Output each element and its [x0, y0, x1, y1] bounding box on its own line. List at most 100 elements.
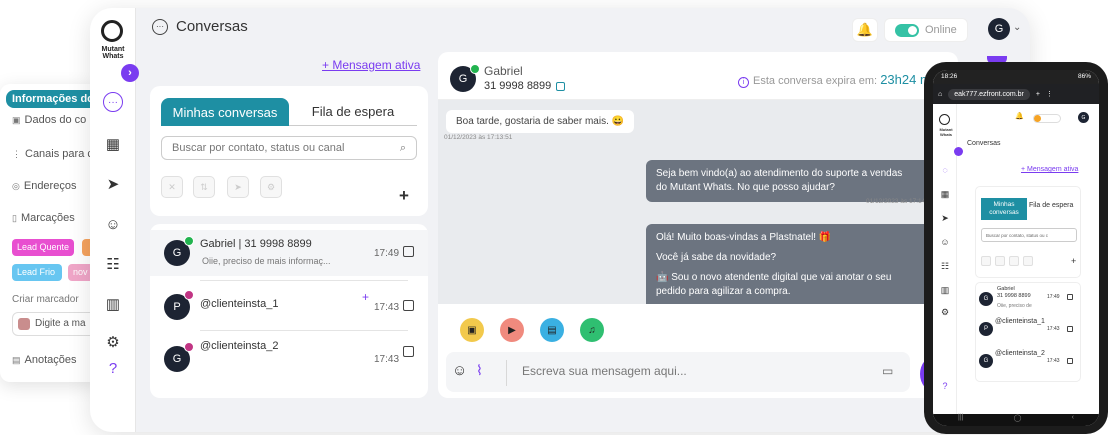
message-area: Boa tarde, gostaria de saber mais. 😀 01/…: [438, 100, 958, 304]
settings-icon[interactable]: ⚙: [101, 330, 125, 354]
whatsapp-icon: [470, 64, 480, 74]
add-filter-button[interactable]: +: [1071, 256, 1076, 266]
select-checkbox[interactable]: [403, 346, 414, 357]
user-avatar[interactable]: G: [1078, 112, 1089, 123]
conversation-row[interactable]: G @clienteinsta_2 17:43: [150, 336, 428, 382]
bot-icon[interactable]: ☺: [939, 236, 951, 248]
avatar: P: [979, 322, 993, 336]
help-icon[interactable]: ?: [939, 380, 951, 392]
info-item-addresses[interactable]: ◎ Endereços: [12, 180, 76, 192]
divider: [200, 280, 408, 281]
channels-icon: ⋮: [12, 148, 21, 159]
chat-panel: G Gabriel 31 9998 8899 i Esta conversa ex…: [438, 52, 958, 398]
time: 17:43: [374, 354, 400, 365]
sidebar-toggle-button[interactable]: ›: [121, 64, 139, 82]
recents-icon[interactable]: |||: [958, 414, 963, 426]
tab-my-conversations[interactable]: Minhas conversas: [161, 98, 289, 126]
reports-icon[interactable]: ▥: [101, 292, 125, 316]
emoji-icon[interactable]: ☺: [452, 362, 467, 379]
filter-sort-icon[interactable]: ⇅: [193, 176, 215, 198]
quick-reply-icon[interactable]: ▭: [882, 364, 893, 378]
new-active-message-link[interactable]: + Mensagem ativa: [1021, 166, 1078, 173]
url-field[interactable]: eak777.ezfront.com.br: [948, 88, 1030, 100]
contacts-icon[interactable]: ☷: [101, 252, 125, 276]
info-item-notes[interactable]: ▤ Anotações: [12, 354, 77, 366]
message-input[interactable]: Escreva sua mensagem aqui...: [522, 364, 687, 378]
chat-icon[interactable]: ···: [103, 92, 123, 112]
conversation-row[interactable]: P @clienteinsta_1 + 17:43: [150, 284, 428, 330]
send-icon[interactable]: ➤: [101, 172, 125, 196]
info-panel-header: Informações do: [6, 90, 100, 108]
settings-icon[interactable]: ⚙: [939, 306, 951, 318]
apps-grid-icon[interactable]: ▦: [101, 132, 125, 156]
home-icon[interactable]: ⌂: [938, 91, 942, 98]
new-tab-icon[interactable]: +: [1036, 91, 1040, 98]
filter-send-icon[interactable]: [1009, 256, 1019, 266]
info-item-tags[interactable]: ▯ Marcações: [12, 212, 75, 224]
copy-icon[interactable]: [556, 82, 565, 91]
phone-mockup: 18:26 86% ⌂ eak777.ezfront.com.br + ⋮ Mutant…: [924, 62, 1108, 434]
user-avatar[interactable]: G: [988, 18, 1010, 40]
filter-settings-icon[interactable]: ⚙: [260, 176, 282, 198]
help-icon[interactable]: ?: [101, 356, 125, 380]
avatar: G: [979, 354, 993, 368]
paperclip-icon[interactable]: ⌇: [476, 362, 483, 379]
sidebar-toggle-button[interactable]: [954, 147, 963, 156]
whatsapp-icon: [184, 236, 194, 246]
tag-chip[interactable]: Lead Quente: [12, 239, 75, 256]
notifications-bell-icon[interactable]: 🔔: [852, 18, 878, 42]
logo-text: Mutant Whats: [101, 46, 125, 60]
tag-chip[interactable]: Lead Frio: [12, 264, 62, 281]
image-attach-icon[interactable]: ▣: [460, 318, 484, 342]
info-item-channels[interactable]: ⋮ Canais para c: [12, 148, 93, 160]
contact-phone: 31 9998 8899: [997, 293, 1031, 299]
back-icon[interactable]: ‹: [1072, 414, 1074, 426]
add-icon[interactable]: +: [362, 290, 369, 304]
filter-sort-icon[interactable]: [995, 256, 1005, 266]
time: 17:43: [374, 302, 400, 313]
message-composer[interactable]: ☺ ⌇ Escreva sua mensagem aqui... ▭: [446, 352, 910, 392]
filter-close-icon[interactable]: [981, 256, 991, 266]
contact-name: @clienteinsta_1: [995, 318, 1045, 325]
select-checkbox[interactable]: [1067, 358, 1073, 364]
conversation-row[interactable]: G Gabriel | 31 9998 8899 Oiie, preciso d…: [150, 230, 428, 276]
info-item-contact-data[interactable]: ▣ Dados do co: [12, 114, 86, 126]
contacts-icon[interactable]: ☷: [939, 260, 951, 272]
new-active-message-link[interactable]: + Mensagem ativa: [322, 58, 420, 72]
select-checkbox[interactable]: [403, 300, 414, 311]
send-icon[interactable]: ➤: [939, 212, 951, 224]
contact-name: @clienteinsta_2: [995, 350, 1045, 357]
document-attach-icon[interactable]: ▤: [540, 318, 564, 342]
apps-grid-icon[interactable]: ▦: [939, 188, 951, 200]
tab-my-conversations[interactable]: Minhas conversas: [981, 198, 1027, 220]
time: 17:43: [1047, 358, 1060, 364]
select-checkbox[interactable]: [1067, 294, 1073, 300]
menu-icon[interactable]: ⋮: [1046, 90, 1053, 98]
tab-waiting-queue[interactable]: Fila de espera: [1029, 202, 1073, 209]
search-input[interactable]: Buscar por contato, status ou c: [981, 228, 1077, 242]
online-status-toggle[interactable]: Online: [884, 18, 968, 42]
create-tag-input[interactable]: Digite a ma: [12, 312, 100, 336]
filter-settings-icon[interactable]: [1023, 256, 1033, 266]
filter-close-icon[interactable]: ✕: [161, 176, 183, 198]
contact-name: @clienteinsta_2: [200, 340, 279, 352]
page-title: ··· Conversas: [152, 18, 248, 35]
phone-nav-bar: ||| ◯ ‹: [933, 414, 1099, 426]
bot-icon[interactable]: ☺: [101, 212, 125, 236]
color-swatch[interactable]: [18, 318, 30, 330]
audio-attach-icon[interactable]: ♫: [580, 318, 604, 342]
notifications-bell-icon[interactable]: 🔔: [1015, 112, 1024, 120]
filter-send-icon[interactable]: ➤: [227, 176, 249, 198]
toggle-switch[interactable]: [895, 23, 919, 37]
tab-waiting-queue[interactable]: Fila de espera: [289, 98, 417, 126]
home-button-icon[interactable]: ◯: [1014, 414, 1022, 426]
select-checkbox[interactable]: [1067, 326, 1073, 332]
reports-icon[interactable]: ▥: [939, 284, 951, 296]
add-filter-button[interactable]: +: [399, 186, 409, 206]
video-attach-icon[interactable]: ▶: [500, 318, 524, 342]
online-status-toggle[interactable]: [1033, 114, 1061, 123]
chat-icon[interactable]: ◌: [939, 164, 951, 176]
chevron-down-icon[interactable]: ⌄: [1013, 22, 1021, 33]
search-input[interactable]: Buscar por contato, status ou canal ⌕: [161, 136, 417, 160]
select-checkbox[interactable]: [403, 246, 414, 257]
